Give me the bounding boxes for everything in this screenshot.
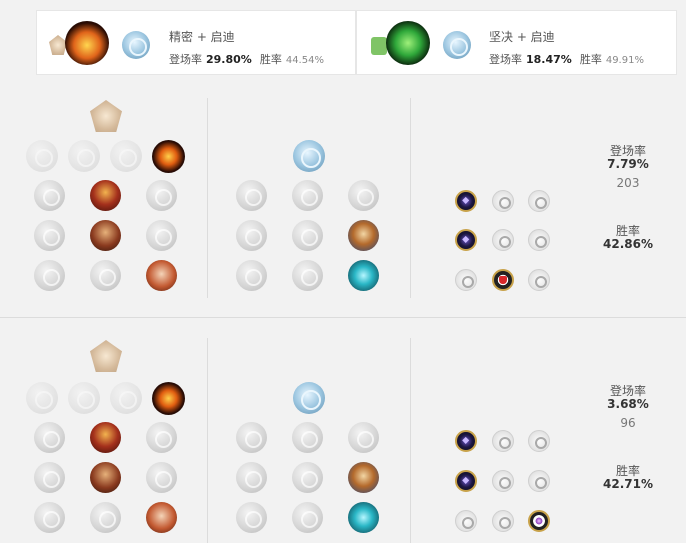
fleet-footwork-icon xyxy=(110,140,142,172)
cut-down-icon xyxy=(90,260,121,291)
legend-bloodline-icon xyxy=(146,462,177,493)
magic-resist-shard-icon[interactable] xyxy=(528,510,550,532)
adaptive-force-shard-icon[interactable] xyxy=(455,190,477,212)
column-divider xyxy=(410,338,411,543)
magic-resist-shard-icon xyxy=(528,229,550,251)
approach-velocity-icon xyxy=(292,260,323,291)
precision-tree-icon xyxy=(90,340,122,372)
win-rate-value: 42.71% xyxy=(603,477,653,491)
rune-combo-card-precision-inspiration[interactable]: 精密 + 启迪 登场率 29.80% 胜率 44.54% xyxy=(36,10,356,75)
inspiration-tree-icon xyxy=(443,31,471,59)
pick-rate-value: 7.79% xyxy=(607,157,649,171)
triumph-icon[interactable] xyxy=(90,180,121,211)
armor-shard-icon xyxy=(492,470,514,492)
combo-title: 坚决 + 启迪 xyxy=(489,30,555,44)
pick-rate-label: 登场率 xyxy=(169,53,202,66)
overheal-icon xyxy=(34,180,65,211)
hextech-flashtraption-icon xyxy=(236,422,267,453)
armor-shard-icon[interactable] xyxy=(492,269,514,291)
magical-footwear-icon xyxy=(292,422,323,453)
cosmic-insight-icon xyxy=(236,502,267,533)
win-rate-value: 44.54% xyxy=(285,55,324,66)
column-divider xyxy=(207,98,208,298)
rune-combo-card-resolve-inspiration[interactable]: 坚决 + 启迪 登场率 18.47% 胜率 49.91% xyxy=(356,10,677,75)
lethal-tempo-icon xyxy=(68,382,100,414)
magical-footwear-icon xyxy=(292,180,323,211)
resolve-tree-icon xyxy=(386,21,430,65)
legend-tenacity-icon[interactable] xyxy=(90,462,121,493)
presence-of-mind-icon xyxy=(146,180,177,211)
coup-de-grace-icon xyxy=(34,502,65,533)
futures-market-icon xyxy=(236,220,267,251)
fleet-footwork-icon xyxy=(110,382,142,414)
row-divider xyxy=(0,317,686,318)
overheal-icon xyxy=(34,422,65,453)
cosmic-insight-icon xyxy=(236,260,267,291)
coup-de-grace-icon xyxy=(34,260,65,291)
combo-title: 精密 + 启迪 xyxy=(169,30,235,44)
rune-build-row-2: 登场率 3.68% 96 胜率 42.71% xyxy=(0,330,686,543)
column-divider xyxy=(207,338,208,543)
win-rate-label: 胜率 xyxy=(579,53,602,66)
win-rate-value: 42.86% xyxy=(603,237,653,251)
legend-alacrity-icon xyxy=(34,220,65,251)
armor-shard-icon xyxy=(492,229,514,251)
adaptive-force-shard-icon[interactable] xyxy=(455,470,477,492)
time-warp-tonic-icon[interactable] xyxy=(348,502,379,533)
health-shard-icon xyxy=(455,269,477,291)
press-the-attack-icon xyxy=(26,140,58,172)
pick-rate-value: 29.80% xyxy=(206,53,252,66)
resolve-tree-small-icon xyxy=(371,37,387,55)
health-shard-icon xyxy=(455,510,477,532)
precision-tree-icon xyxy=(90,100,122,132)
press-the-attack-icon xyxy=(26,382,58,414)
last-stand-icon[interactable] xyxy=(146,260,177,291)
legend-bloodline-icon xyxy=(146,220,177,251)
adaptive-force-shard-icon[interactable] xyxy=(455,430,477,452)
presence-of-mind-icon xyxy=(146,422,177,453)
armor-shard-icon xyxy=(492,510,514,532)
legend-tenacity-icon[interactable] xyxy=(90,220,121,251)
ability-haste-shard-icon xyxy=(528,190,550,212)
biscuit-delivery-icon[interactable] xyxy=(348,220,379,251)
cut-down-icon xyxy=(90,502,121,533)
perfect-timing-icon xyxy=(348,180,379,211)
futures-market-icon xyxy=(236,462,267,493)
conqueror-keystone-icon[interactable] xyxy=(152,382,185,415)
minion-dematerializer-icon xyxy=(292,462,323,493)
combo-stats: 登场率 29.80% 胜率 44.54% xyxy=(169,51,324,67)
attack-speed-shard-icon xyxy=(492,430,514,452)
rune-build-row-1: 登场率 7.79% 203 胜率 42.86% xyxy=(0,90,686,315)
column-divider xyxy=(410,98,411,298)
triumph-icon[interactable] xyxy=(90,422,121,453)
magic-resist-shard-icon xyxy=(528,470,550,492)
inspiration-tree-icon xyxy=(122,31,150,59)
win-rate-label: 胜率 xyxy=(259,53,282,66)
pick-rate-value: 3.68% xyxy=(607,397,649,411)
conqueror-keystone-icon[interactable] xyxy=(152,140,185,173)
ability-haste-shard-icon xyxy=(528,430,550,452)
perfect-timing-icon xyxy=(348,422,379,453)
minion-dematerializer-icon xyxy=(292,220,323,251)
hextech-flashtraption-icon xyxy=(236,180,267,211)
magic-resist-shard-icon xyxy=(528,269,550,291)
lethal-tempo-icon xyxy=(68,140,100,172)
approach-velocity-icon xyxy=(292,502,323,533)
pick-rate-value: 18.47% xyxy=(526,53,572,66)
legend-alacrity-icon xyxy=(34,462,65,493)
precision-tree-icon xyxy=(65,21,109,65)
time-warp-tonic-icon[interactable] xyxy=(348,260,379,291)
inspiration-tree-icon xyxy=(293,140,325,172)
games-count: 96 xyxy=(620,416,636,430)
games-count: 203 xyxy=(616,176,640,190)
attack-speed-shard-icon xyxy=(492,190,514,212)
adaptive-force-shard-icon[interactable] xyxy=(455,229,477,251)
inspiration-tree-icon xyxy=(293,382,325,414)
last-stand-icon[interactable] xyxy=(146,502,177,533)
combo-stats: 登场率 18.47% 胜率 49.91% xyxy=(489,51,644,67)
pick-rate-label: 登场率 xyxy=(489,53,522,66)
biscuit-delivery-icon[interactable] xyxy=(348,462,379,493)
win-rate-value: 49.91% xyxy=(605,55,644,66)
